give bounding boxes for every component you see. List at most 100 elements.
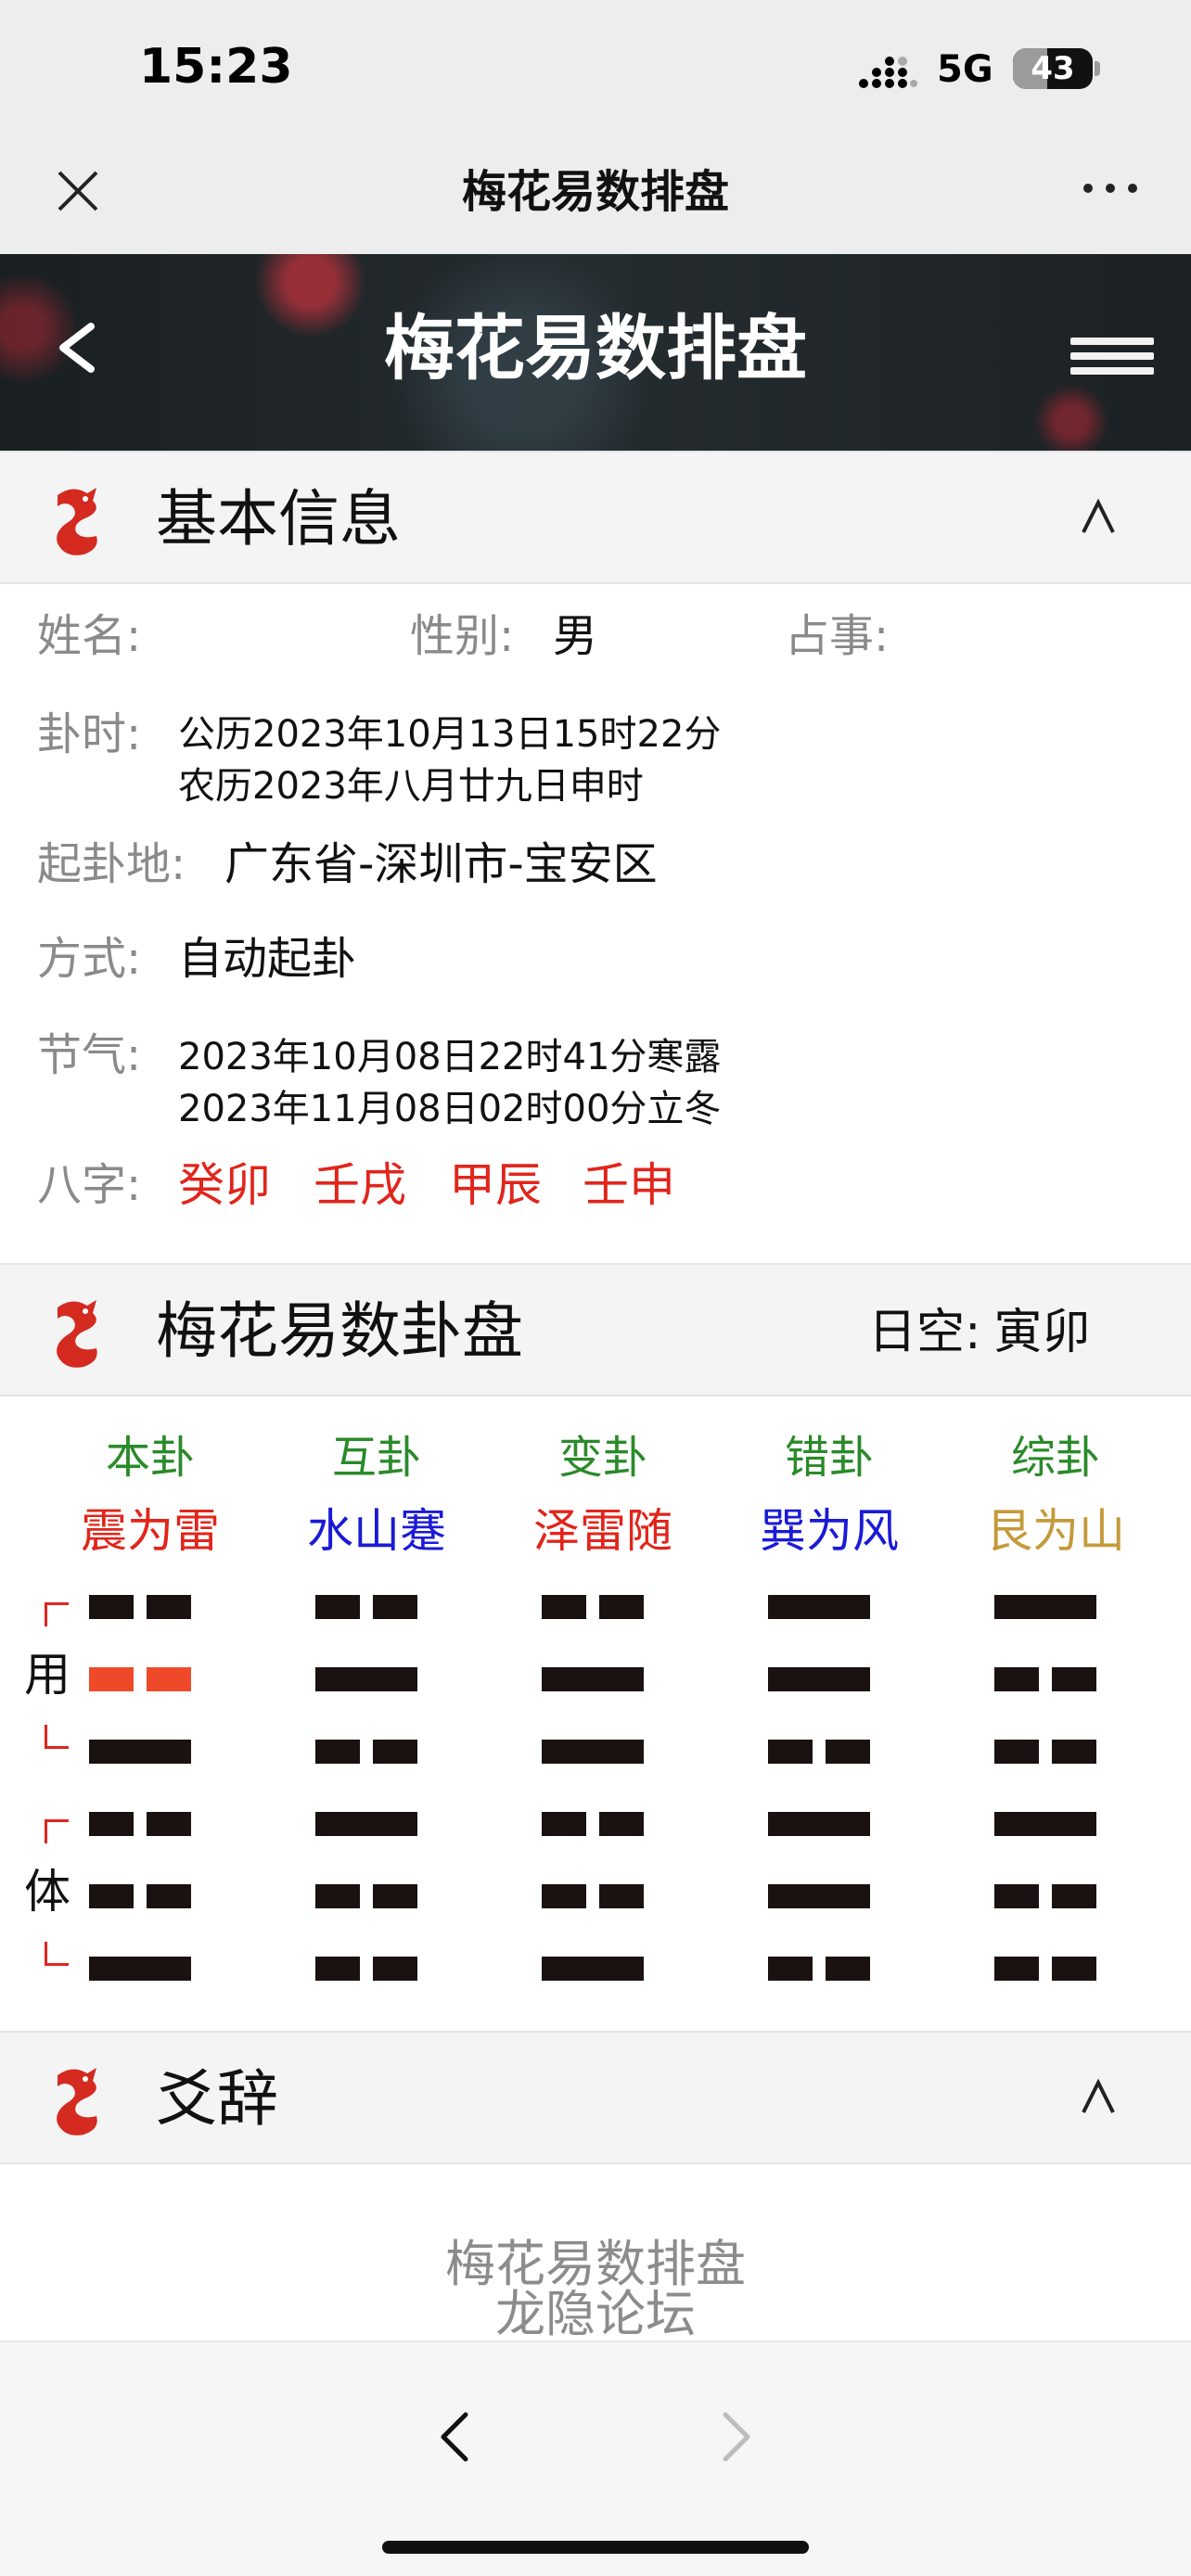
dragon-logo-icon — [57, 1300, 97, 1368]
yao-segment — [89, 1957, 191, 1981]
matter-label: 占事: — [785, 610, 890, 662]
yin-line — [89, 1812, 191, 1836]
yao-segment — [542, 1884, 586, 1908]
yaoci-header[interactable]: 爻辞 — [0, 2031, 1191, 2164]
hamburger-menu-icon[interactable] — [1070, 338, 1154, 378]
yao-segment — [768, 1667, 870, 1691]
yao-segment — [373, 1957, 417, 1981]
method-value: 自动起卦 — [178, 933, 357, 985]
hexagram-type-label: 变卦 — [557, 1432, 647, 1484]
hexagram-name: 震为雷 — [81, 1504, 220, 1558]
yao-segment — [542, 1957, 644, 1981]
footer-app-name: 梅花易数排盘 — [445, 2235, 746, 2293]
side-label-yong: 用 — [24, 1648, 70, 1702]
bazi-month: 壬戌 — [314, 1158, 406, 1212]
bazi-year: 癸卯 — [178, 1158, 271, 1212]
yao-segment — [89, 1595, 134, 1619]
yang-line — [994, 1812, 1096, 1836]
yang-line — [89, 1740, 191, 1764]
yao-segment — [147, 1595, 191, 1619]
yin-line — [768, 1957, 870, 1981]
place-value: 广东省-深圳市-宝安区 — [224, 838, 658, 890]
yao-segment — [315, 1667, 417, 1691]
yin-line — [89, 1884, 191, 1908]
home-indicator — [382, 2541, 809, 2554]
yin-line — [89, 1667, 191, 1691]
yang-line — [542, 1740, 644, 1764]
time-solar: 公历2023年10月13日15时22分 — [178, 713, 722, 756]
yao-segment — [315, 1957, 360, 1981]
caret-up-icon[interactable] — [1076, 495, 1121, 540]
upper-bracket-top — [45, 1602, 69, 1626]
more-dots-icon[interactable] — [1083, 174, 1139, 202]
yang-line — [994, 1595, 1096, 1619]
yang-line — [768, 1812, 870, 1836]
yao-segment — [994, 1884, 1039, 1908]
yin-line — [994, 1667, 1096, 1691]
yin-line — [315, 1957, 417, 1981]
battery-tip — [1095, 61, 1100, 76]
yang-line — [768, 1884, 870, 1908]
yao-segment — [147, 1884, 191, 1908]
yao-segment — [542, 1740, 644, 1764]
yao-segment — [994, 1957, 1039, 1981]
yin-line — [994, 1740, 1096, 1764]
yao-segment — [89, 1884, 134, 1908]
yao-segment — [1052, 1957, 1096, 1981]
gender-label: 性别: — [410, 610, 515, 662]
yao-segment — [994, 1812, 1096, 1836]
battery-icon: 43 — [1013, 48, 1093, 89]
hexagram-type-label: 错卦 — [784, 1432, 874, 1484]
yao-segment — [89, 1667, 134, 1691]
yao-segment — [373, 1740, 417, 1764]
yin-line — [994, 1884, 1096, 1908]
footer-forum-name: 龙隐论坛 — [495, 2285, 696, 2343]
solar-term-2: 2023年11月08日02时00分立冬 — [178, 1088, 722, 1130]
upper-bracket-bottom — [45, 1725, 69, 1749]
yao-segment — [599, 1595, 644, 1619]
app-title: 梅花易数排盘 — [384, 307, 807, 389]
yao-segment — [89, 1812, 134, 1836]
yao-segment — [89, 1740, 191, 1764]
day-void-value: 寅卯 — [993, 1305, 1091, 1360]
yang-line — [542, 1957, 644, 1981]
browser-bottom-bar — [0, 2340, 1191, 2576]
yao-segment — [826, 1740, 870, 1764]
yao-segment — [1052, 1884, 1096, 1908]
yao-segment — [147, 1667, 191, 1691]
hexagram-name: 巽为风 — [760, 1504, 899, 1558]
yao-segment — [994, 1740, 1039, 1764]
yao-segment — [542, 1667, 644, 1691]
yin-line — [994, 1957, 1096, 1981]
hexagram-name: 泽雷随 — [533, 1504, 672, 1558]
hexagram-type-label: 综卦 — [1010, 1432, 1100, 1484]
yang-line — [315, 1667, 417, 1691]
yin-line — [89, 1595, 191, 1619]
signal-icon — [859, 57, 917, 88]
yao-segment — [768, 1884, 870, 1908]
gua-pan-header: 梅花易数卦盘 日空: 寅卯 — [0, 1263, 1191, 1396]
app-header-banner: 梅花易数排盘 — [0, 254, 1191, 451]
yao-segment — [147, 1812, 191, 1836]
yao-segment — [542, 1812, 586, 1836]
status-bar: 15:23 5G 43 — [0, 0, 1191, 139]
bazi-label: 八字: — [37, 1159, 142, 1211]
yin-line — [542, 1812, 644, 1836]
chevron-right-icon[interactable] — [716, 2407, 757, 2467]
network-type: 5G — [937, 48, 993, 91]
solar-term-1: 2023年10月08日22时41分寒露 — [178, 1036, 722, 1078]
name-label: 姓名: — [37, 610, 142, 662]
yang-line — [768, 1595, 870, 1619]
day-void: 日空: 寅卯 — [868, 1302, 1091, 1363]
basic-info-header[interactable]: 基本信息 — [0, 451, 1191, 584]
yao-segment — [768, 1812, 870, 1836]
place-label: 起卦地: — [37, 838, 186, 890]
yao-segment — [994, 1667, 1039, 1691]
yin-line — [768, 1740, 870, 1764]
yao-segment — [994, 1595, 1096, 1619]
dragon-logo-icon — [57, 2068, 97, 2136]
yao-segment — [373, 1884, 417, 1908]
chevron-left-icon[interactable] — [434, 2407, 475, 2467]
caret-up-icon[interactable] — [1076, 2075, 1121, 2120]
bazi-hour: 壬申 — [583, 1158, 675, 1212]
